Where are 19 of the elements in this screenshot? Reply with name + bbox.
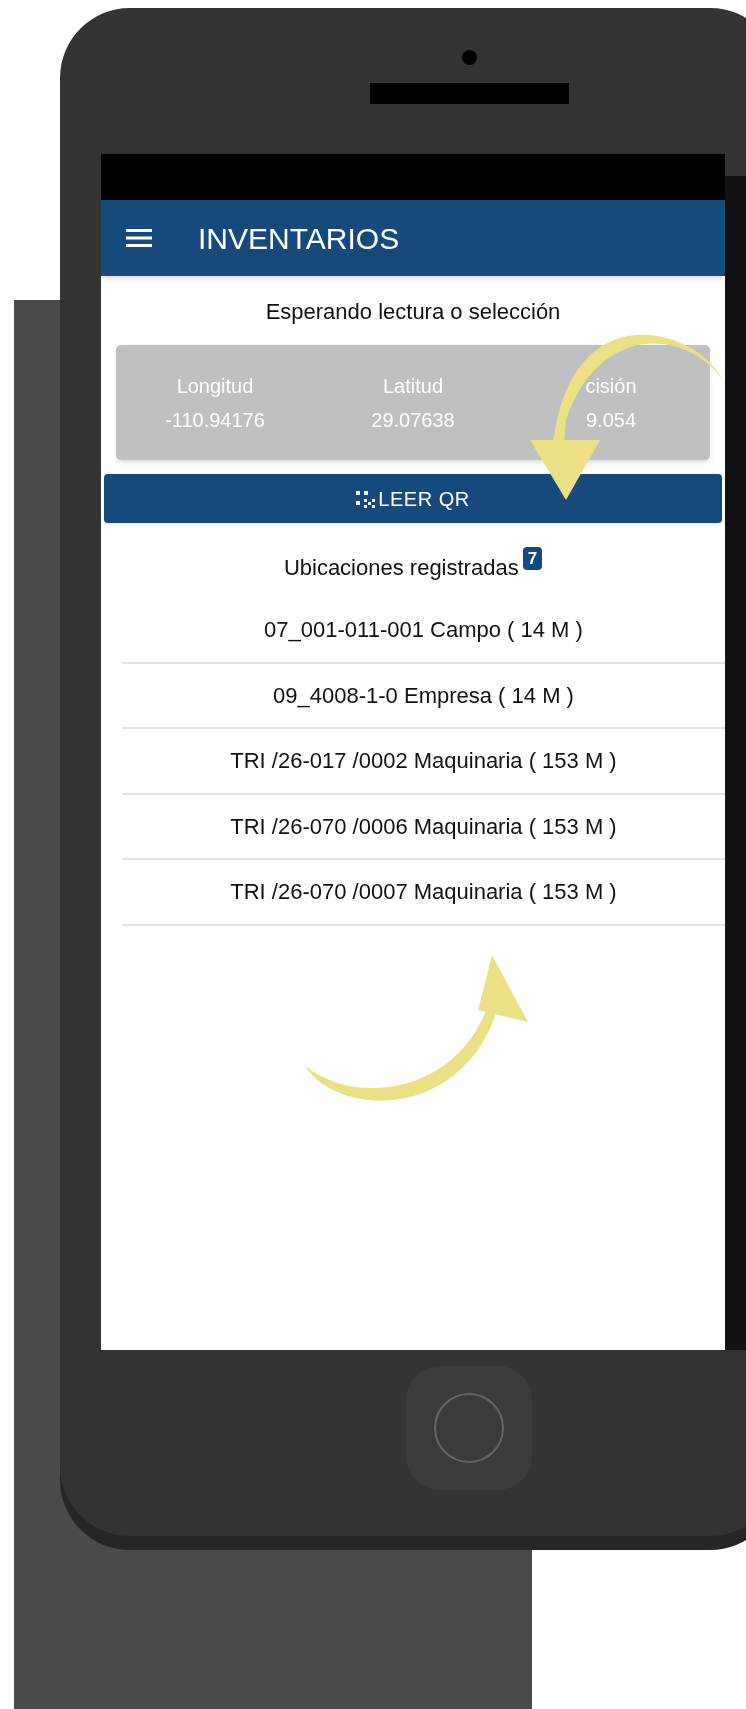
status-text: Esperando lectura o selección: [264, 298, 562, 326]
app-title: INVENTARIOS: [198, 220, 400, 257]
section-heading: Ubicaciones registradas: [283, 554, 519, 582]
coordinate-label: Longitud: [176, 373, 254, 399]
location-item[interactable]: TRI /26-017 /0002 Maquinaria ( 153 M ): [122, 729, 725, 795]
coordinate-label: Latitud: [382, 373, 444, 399]
location-item[interactable]: 09_4008-1-0 Empresa ( 14 M ): [122, 663, 725, 729]
qr-code-icon: [356, 488, 377, 509]
coordinate-value: -110.94176: [165, 407, 265, 433]
coordinate-value: 9.054: [585, 407, 637, 433]
count-badge: 7: [522, 547, 543, 570]
location-item[interactable]: TRI /26-070 /0006 Maquinaria ( 153 M ): [122, 794, 725, 860]
location-item[interactable]: TRI /26-070 /0007 Maquinaria ( 153 M ): [122, 860, 725, 926]
menu-icon[interactable]: [126, 228, 152, 248]
home-ring-icon: [434, 1393, 504, 1463]
location-item[interactable]: 07_001-011-001 Campo ( 14 M ): [122, 598, 725, 664]
coordinate-value: 29.07638: [371, 407, 455, 433]
scan-qr-button[interactable]: LEER QR: [104, 474, 722, 523]
coordinate-label: cisión: [585, 373, 637, 399]
